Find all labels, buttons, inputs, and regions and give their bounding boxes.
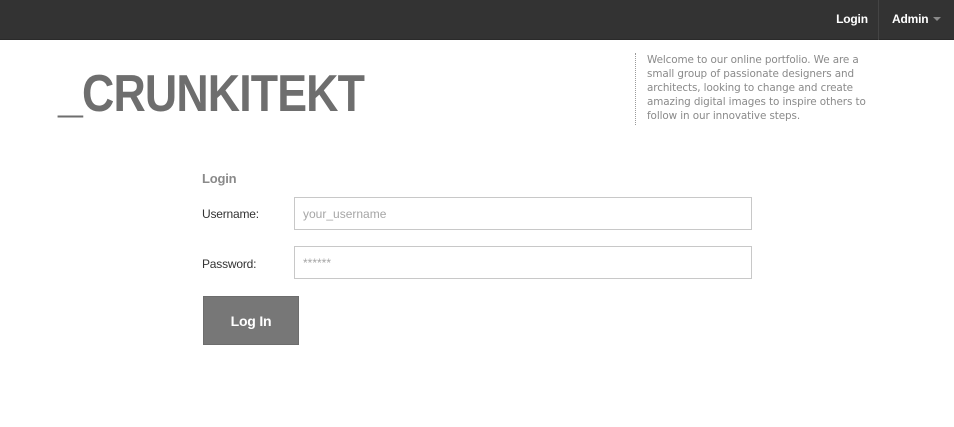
chevron-down-icon <box>933 17 941 21</box>
welcome-text: Welcome to our online portfolio. We are … <box>647 54 866 122</box>
password-label: Password: <box>202 257 257 271</box>
welcome-blurb: Welcome to our online portfolio. We are … <box>635 53 885 125</box>
username-label: Username: <box>202 207 259 221</box>
nav-login-link[interactable]: Login <box>826 0 878 40</box>
site-logo[interactable]: _CRUNKITEKT <box>58 64 365 124</box>
nav-admin-label: Admin <box>892 12 929 26</box>
login-form-title: Login <box>202 171 237 186</box>
top-navigation-bar: Login Admin <box>0 0 954 40</box>
username-input[interactable] <box>294 197 752 230</box>
nav-admin-dropdown[interactable]: Admin <box>879 0 954 40</box>
password-input[interactable] <box>294 246 752 279</box>
login-submit-button[interactable]: Log In <box>203 296 299 345</box>
